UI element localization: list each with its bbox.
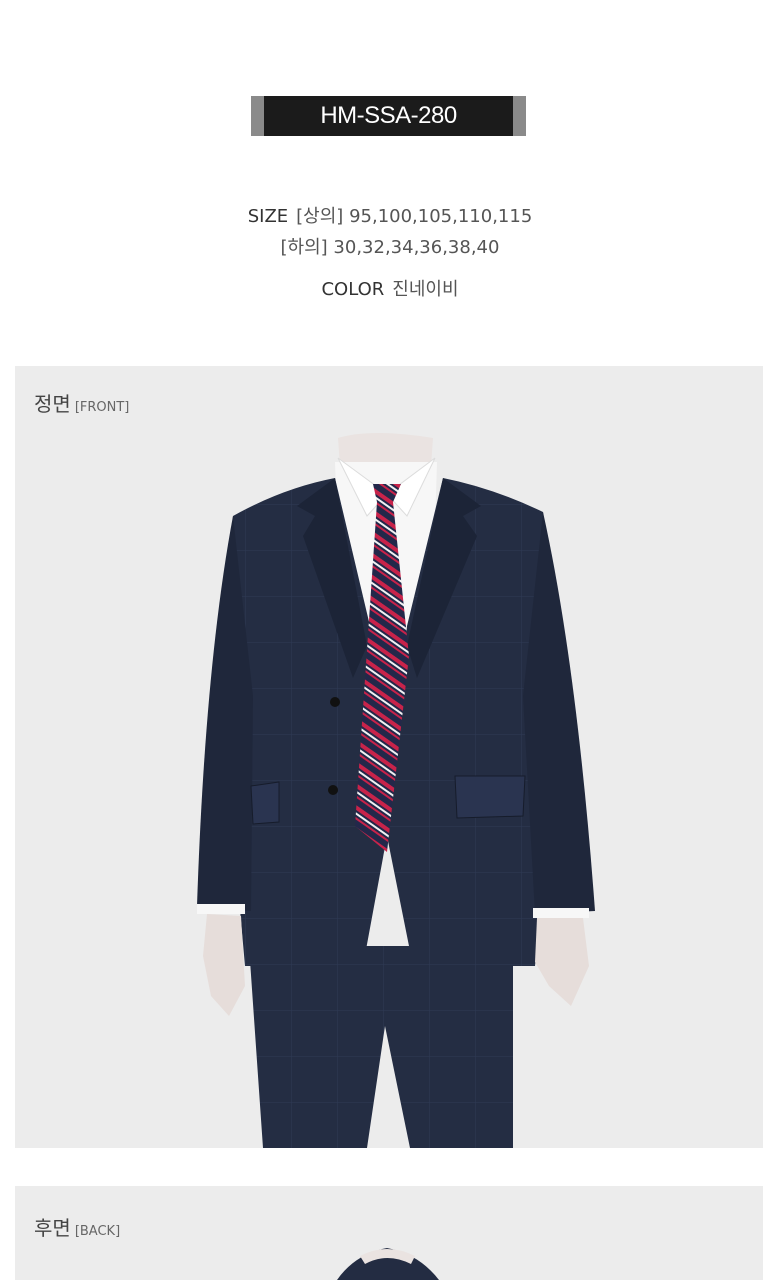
color-value: 진네이비 xyxy=(392,279,459,300)
badge-edge-right xyxy=(513,96,526,136)
suit-back-image xyxy=(337,1248,439,1280)
top-sizes: 95,100,105,110,115 xyxy=(349,206,533,227)
bottom-sizes: 30,32,34,36,38,40 xyxy=(333,237,500,258)
top-label: [상의] xyxy=(296,206,344,227)
model-code-badge: HM-SSA-280 xyxy=(251,96,526,136)
model-code: HM-SSA-280 xyxy=(320,102,457,129)
bottom-label: [하의] xyxy=(280,237,328,258)
back-view-panel: 후면 [BACK] xyxy=(15,1186,763,1280)
color-label: COLOR xyxy=(321,279,385,300)
suit-front-image xyxy=(197,433,595,1148)
badge-edge-left xyxy=(251,96,264,136)
front-view-panel: 정면 [FRONT] xyxy=(15,366,763,1148)
size-bottom-line: [하의] 30,32,34,36,38,40 xyxy=(0,233,780,259)
size-top-line: SIZE [상의] 95,100,105,110,115 xyxy=(0,202,780,228)
size-label: SIZE xyxy=(247,206,289,227)
color-line: COLOR 진네이비 xyxy=(0,275,780,301)
